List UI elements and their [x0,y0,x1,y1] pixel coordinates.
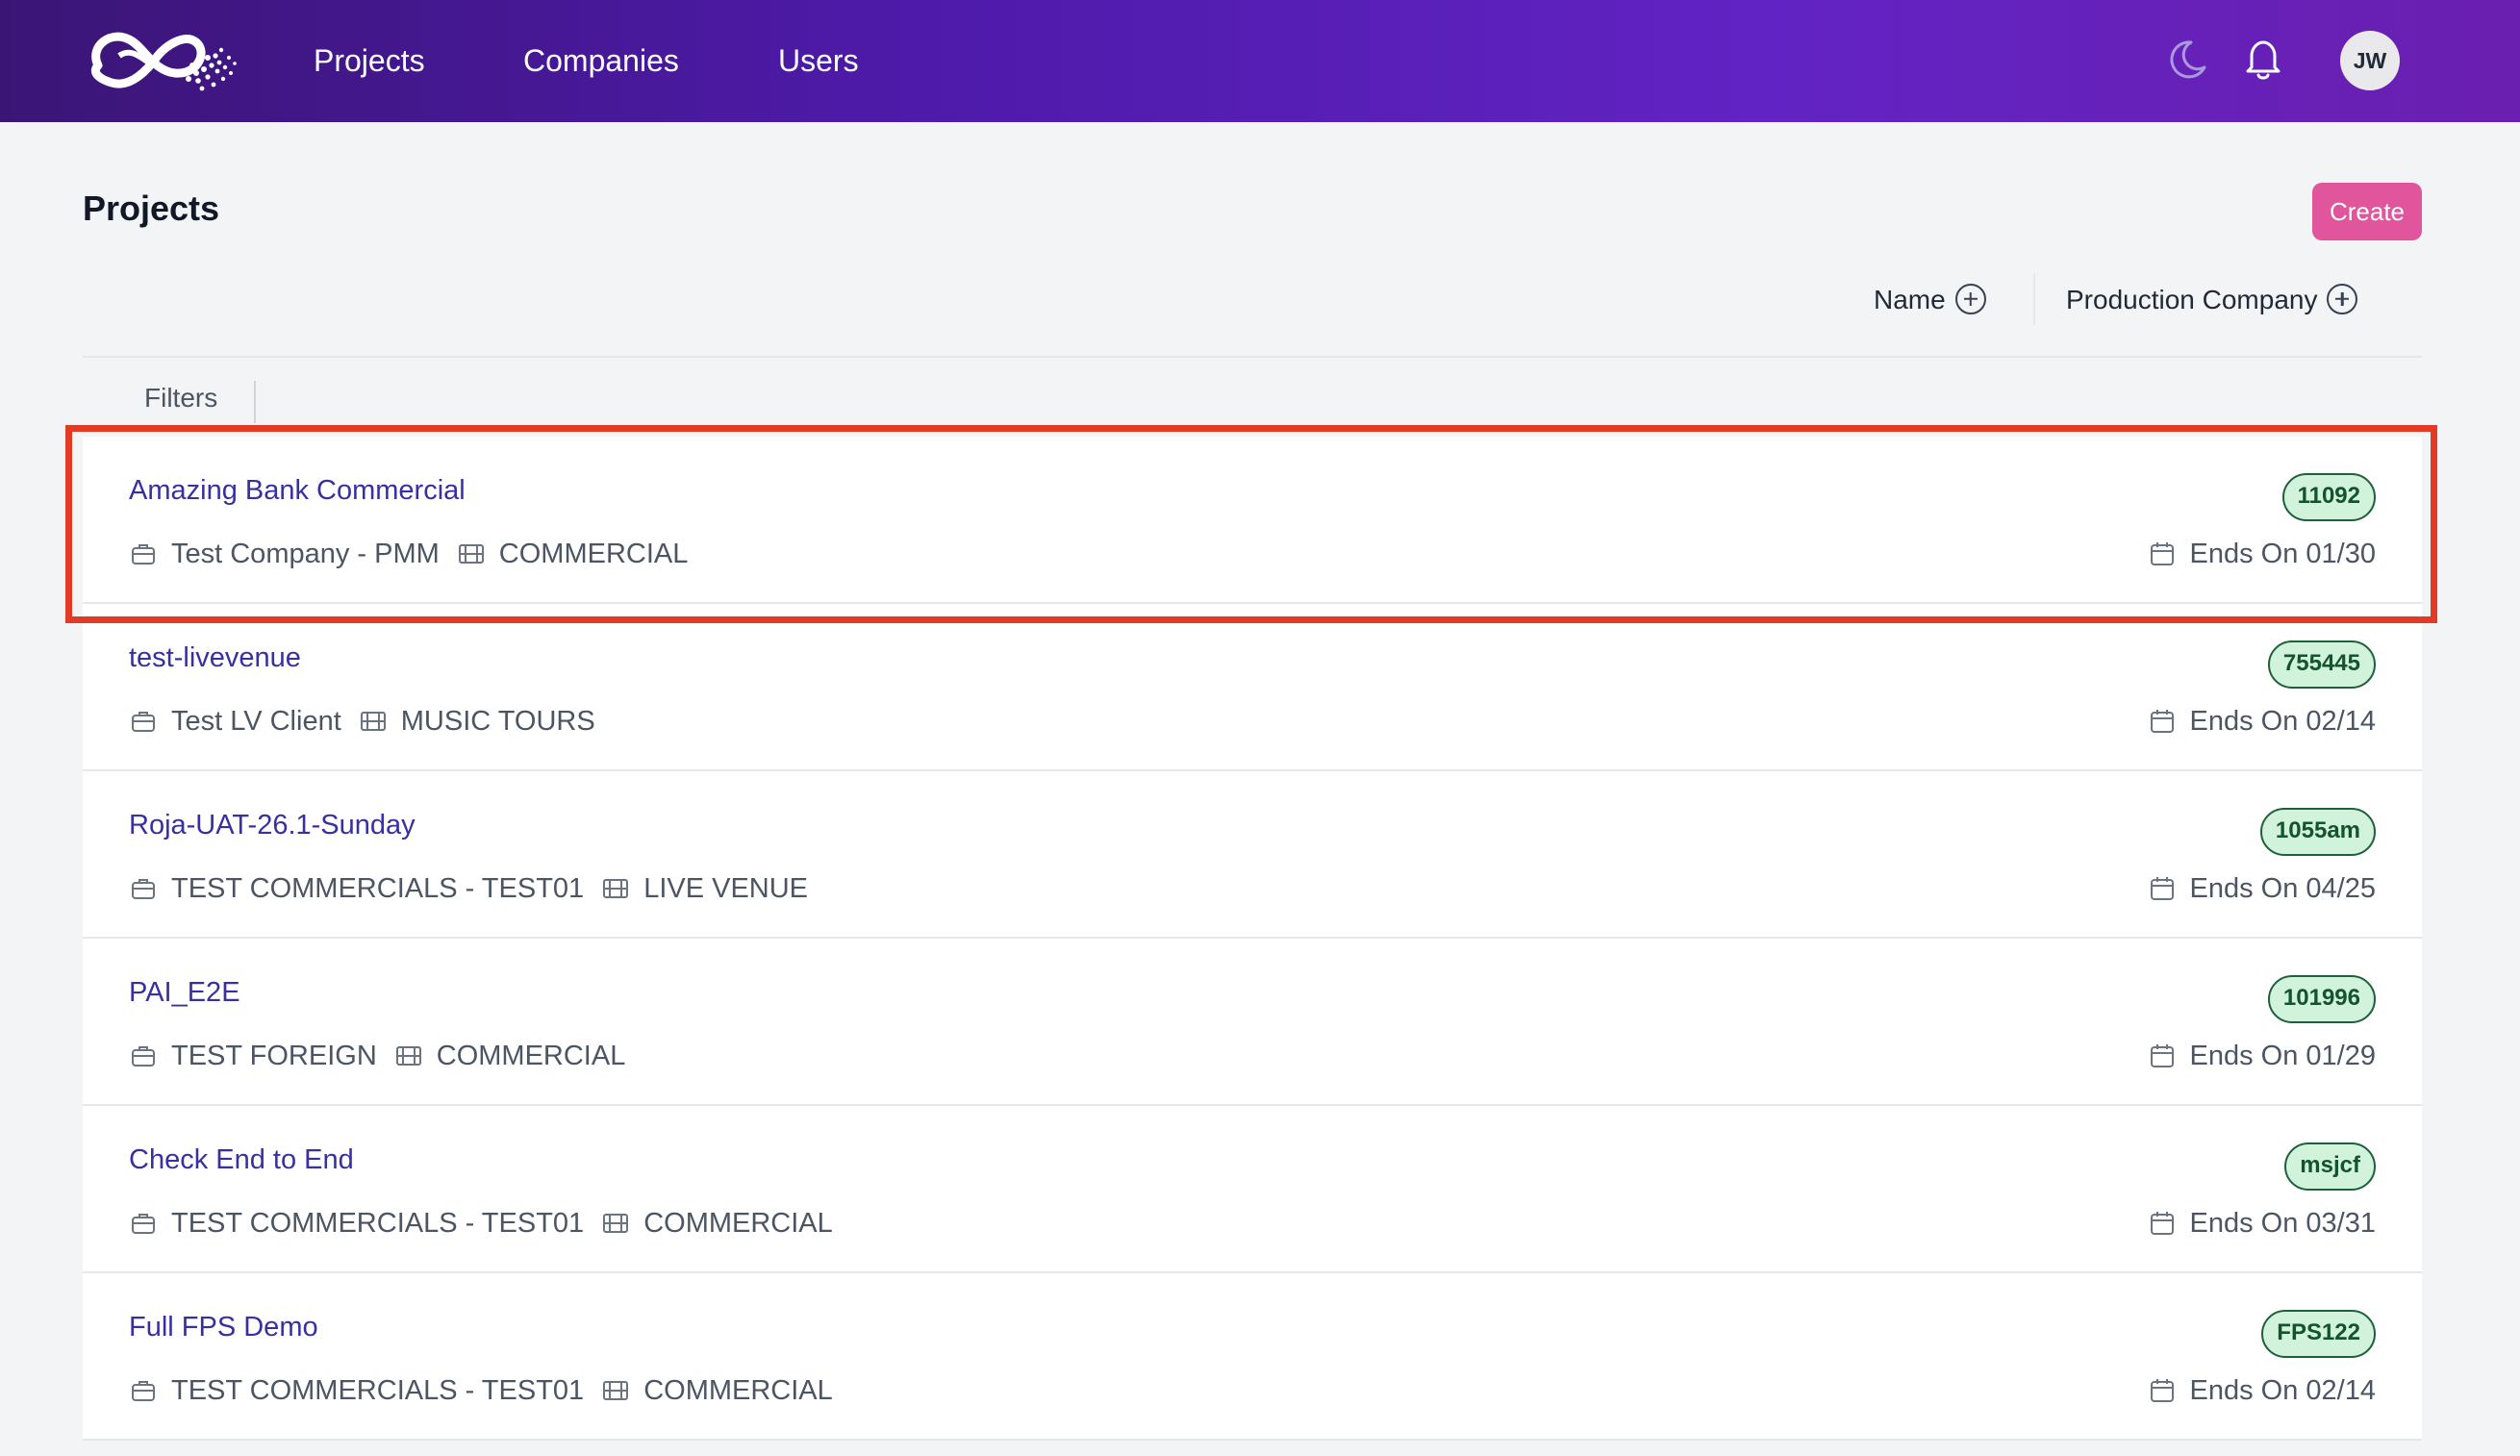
top-navigation-bar: Projects Companies Users JW [0,0,2520,122]
sort-by-production-company[interactable]: Production Company [2066,277,2358,323]
project-code-badge: 101996 [2267,975,2376,1023]
divider [2033,273,2035,325]
end-date: Ends On 01/29 [2148,1039,2376,1073]
avatar[interactable]: JW [2340,31,2400,90]
project-code-badge: 755445 [2267,640,2376,689]
project-type: MUSIC TOURS [400,705,595,737]
project-row[interactable]: Full FPS Demo TEST COMMERCIALS - TEST01 … [83,1273,2422,1441]
briefcase-icon [132,1214,155,1234]
project-type: COMMERCIAL [643,1207,833,1239]
end-date-text: Ends On 01/29 [2189,1040,2376,1071]
end-date-text: Ends On 01/30 [2189,538,2376,569]
filters-button[interactable]: Filters [144,383,217,414]
film-icon [360,712,386,731]
plus-circle-icon [1954,283,1986,314]
project-title-link[interactable]: Roja-UAT-26.1-Sunday [129,810,416,841]
project-meta: Test LV Client MUSIC TOURS [129,704,595,739]
film-icon [603,1214,629,1233]
end-date-text: Ends On 04/25 [2189,872,2376,904]
logo[interactable] [81,17,250,100]
sort-by-name[interactable]: Name [1874,277,1986,323]
project-title-link[interactable]: test-livevenue [129,642,301,674]
project-title-link[interactable]: Full FPS Demo [129,1312,318,1343]
project-row[interactable]: Amazing Bank Commercial Test Company - P… [83,437,2422,604]
company-name: TEST COMMERCIALS - TEST01 [171,1207,585,1239]
briefcase-icon [132,712,155,732]
film-icon [603,879,629,898]
project-type: COMMERCIAL [436,1040,626,1071]
project-meta: TEST COMMERCIALS - TEST01 COMMERCIAL [129,1373,833,1408]
calendar-icon [2150,1044,2174,1067]
calendar-icon [2150,877,2174,900]
project-type: COMMERCIAL [498,538,689,569]
nav-users[interactable]: Users [778,37,859,85]
project-meta: TEST COMMERCIALS - TEST01 LIVE VENUE [129,871,808,906]
project-row[interactable]: PAI_E2E TEST FOREIGN COMMERCIAL 101996 E… [83,939,2422,1106]
page-title: Projects [83,188,220,228]
briefcase-icon [132,1381,155,1401]
bell-icon[interactable] [2239,35,2287,83]
sort-name-label: Name [1874,285,1946,314]
end-date: Ends On 02/14 [2148,1373,2376,1408]
end-date-text: Ends On 02/14 [2189,1374,2376,1406]
end-date-text: Ends On 03/31 [2189,1207,2376,1239]
briefcase-icon [132,1046,155,1067]
nav-companies[interactable]: Companies [523,37,679,85]
project-title-link[interactable]: PAI_E2E [129,977,240,1009]
company-name: TEST COMMERCIALS - TEST01 [171,872,585,904]
end-date: Ends On 03/31 [2148,1206,2376,1241]
project-title-link[interactable]: Check End to End [129,1144,354,1176]
project-code-badge: 11092 [2281,473,2376,521]
project-code-badge: FPS122 [2261,1310,2376,1358]
divider [254,381,256,423]
end-date: Ends On 04/25 [2148,871,2376,906]
create-button[interactable]: Create [2312,183,2422,240]
project-row[interactable]: Check End to End TEST COMMERCIALS - TEST… [83,1106,2422,1273]
project-type: LIVE VENUE [643,872,809,904]
sort-company-label: Production Company [2066,285,2318,314]
calendar-icon [2150,1379,2174,1402]
film-icon [603,1381,629,1400]
project-meta: TEST FOREIGN COMMERCIAL [129,1039,625,1073]
project-title-link[interactable]: Amazing Bank Commercial [129,475,466,507]
project-code-badge: msjcf [2284,1142,2376,1191]
briefcase-icon [132,544,155,565]
briefcase-icon [132,879,155,899]
calendar-icon [2150,542,2174,565]
end-date-text: Ends On 02/14 [2189,705,2376,737]
company-name: TEST FOREIGN [171,1040,377,1071]
project-type: COMMERCIAL [643,1374,833,1406]
nav-projects[interactable]: Projects [314,37,425,85]
company-name: Test LV Client [171,705,341,737]
divider [83,356,2422,358]
calendar-icon [2150,1212,2174,1235]
moon-icon[interactable] [2162,35,2210,83]
project-meta: Test Company - PMM COMMERCIAL [129,537,688,571]
calendar-icon [2150,710,2174,733]
film-icon [458,544,484,564]
plus-circle-icon [2327,283,2358,314]
end-date: Ends On 02/14 [2148,704,2376,739]
project-code-badge: 1055am [2259,808,2376,856]
project-row[interactable]: test-livevenue Test LV Client MUSIC TOUR… [83,604,2422,771]
company-name: Test Company - PMM [171,538,440,569]
end-date: Ends On 01/30 [2148,537,2376,571]
film-icon [395,1046,421,1066]
project-meta: TEST COMMERCIALS - TEST01 COMMERCIAL [129,1206,833,1241]
project-row[interactable]: Roja-UAT-26.1-Sunday TEST COMMERCIALS - … [83,771,2422,939]
company-name: TEST COMMERCIALS - TEST01 [171,1374,585,1406]
